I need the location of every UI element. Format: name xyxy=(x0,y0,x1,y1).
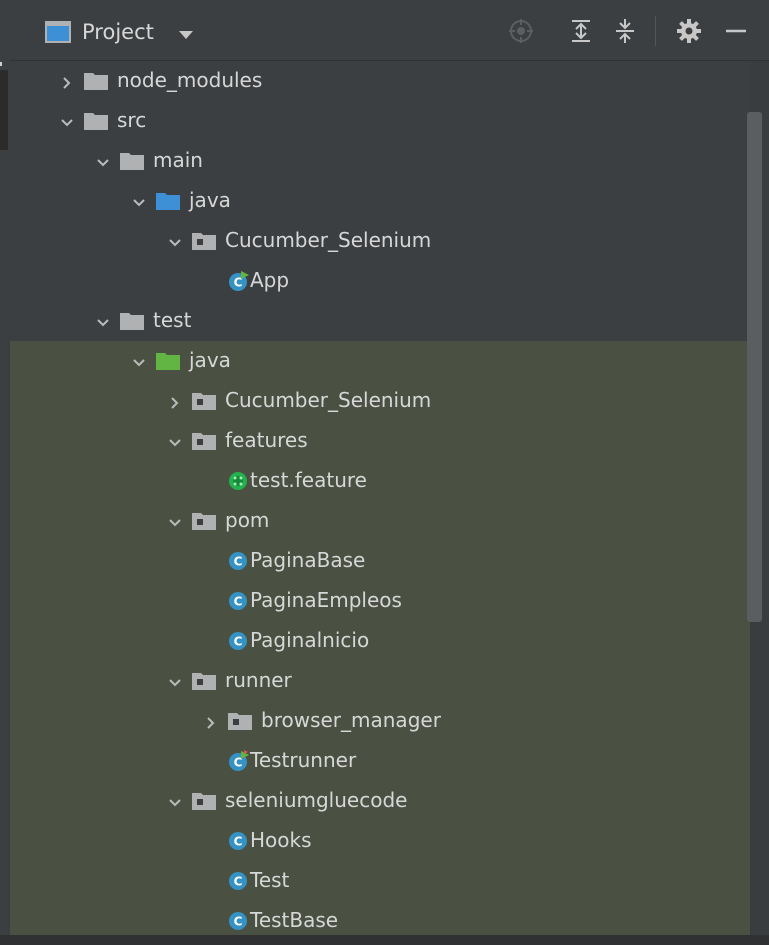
chevron-down-icon[interactable] xyxy=(169,674,181,687)
svg-text:C: C xyxy=(234,875,243,889)
tree-row[interactable]: Cucumber_Selenium xyxy=(10,221,750,261)
scrollbar-thumb[interactable] xyxy=(747,112,762,622)
tree-row[interactable]: C Hooks xyxy=(10,821,750,861)
project-toolbar: Project xyxy=(10,0,769,61)
tree-row[interactable]: seleniumgluecode xyxy=(10,781,750,821)
tree-item-label: features xyxy=(225,428,308,452)
class-icon: C xyxy=(226,910,252,932)
svg-text:C: C xyxy=(234,595,243,609)
hide-icon[interactable] xyxy=(722,17,750,45)
class-icon: C xyxy=(226,590,252,612)
chevron-down-icon[interactable] xyxy=(169,514,181,527)
expand-all-icon[interactable] xyxy=(567,17,595,45)
chevron-down-icon[interactable] xyxy=(97,154,109,167)
folder-icon xyxy=(83,110,109,132)
chevron-right-icon[interactable] xyxy=(205,714,217,729)
tree-item-label: pom xyxy=(225,508,270,532)
feature-file-icon xyxy=(226,470,252,492)
chevron-right-icon[interactable] xyxy=(169,394,181,409)
test-class-icon: C xyxy=(226,750,252,772)
caret-down-icon[interactable] xyxy=(179,31,193,39)
source-folder-icon xyxy=(155,190,181,212)
svg-text:C: C xyxy=(234,635,243,649)
chevron-right-icon[interactable] xyxy=(61,74,73,89)
tree-row[interactable]: C PaginaEmpleos xyxy=(10,581,750,621)
tree-item-label: runner xyxy=(225,668,292,692)
tree-row[interactable]: java xyxy=(10,181,750,221)
project-tree: node_modulessrc main java Cucumber_Selenium… xyxy=(10,61,750,941)
project-view-icon xyxy=(45,21,71,43)
class-icon: C xyxy=(226,550,252,572)
package-icon xyxy=(191,790,217,812)
left-gutter-mark xyxy=(0,62,2,66)
folder-icon xyxy=(119,310,145,332)
folder-icon xyxy=(119,150,145,172)
folder-icon xyxy=(83,70,109,92)
tree-row[interactable]: node_modules xyxy=(10,61,750,101)
tree-row[interactable]: browser_manager xyxy=(10,701,750,741)
tree-row[interactable]: C App xyxy=(10,261,750,301)
test-source-folder-icon xyxy=(155,350,181,372)
tree-item-label: TestBase xyxy=(250,908,339,932)
class-icon: C xyxy=(226,630,252,652)
chevron-down-icon[interactable] xyxy=(61,114,73,127)
class-icon: C xyxy=(226,870,252,892)
tree-item-label: seleniumgluecode xyxy=(225,788,408,812)
chevron-down-icon[interactable] xyxy=(169,794,181,807)
tree-item-label: Test xyxy=(250,868,290,892)
tree-row[interactable]: C Test xyxy=(10,861,750,901)
tree-row[interactable]: C Testrunner xyxy=(10,741,750,781)
tree-item-label: browser_manager xyxy=(261,708,441,732)
tree-item-label: java xyxy=(189,188,231,212)
tree-item-label: src xyxy=(117,108,147,132)
locate-icon[interactable] xyxy=(507,17,535,45)
package-icon xyxy=(191,430,217,452)
tree-row[interactable]: features xyxy=(10,421,750,461)
chevron-down-icon[interactable] xyxy=(133,194,145,207)
tree-item-label: Hooks xyxy=(250,828,312,852)
tree-item-label: Cucumber_Selenium xyxy=(225,228,432,252)
collapse-all-icon[interactable] xyxy=(611,17,639,45)
tree-item-label: PaginaEmpleos xyxy=(250,588,402,612)
tree-item-label: PaginaBase xyxy=(250,548,366,572)
tree-item-label: Cucumber_Selenium xyxy=(225,388,432,412)
class-icon: C xyxy=(226,830,252,852)
left-tool-strip xyxy=(0,70,8,150)
svg-text:C: C xyxy=(234,835,243,849)
tree-item-label: node_modules xyxy=(117,68,263,92)
tree-row[interactable]: C PaginaBase xyxy=(10,541,750,581)
tree-item-label: java xyxy=(189,348,231,372)
package-icon xyxy=(191,670,217,692)
tree-row[interactable]: test xyxy=(10,301,750,341)
runnable-class-icon: C xyxy=(226,270,252,292)
package-icon xyxy=(227,710,253,732)
chevron-down-icon[interactable] xyxy=(169,234,181,247)
bottom-edge xyxy=(0,935,769,945)
tree-item-label: test.feature xyxy=(250,468,367,492)
tree-row[interactable]: main xyxy=(10,141,750,181)
package-icon xyxy=(191,510,217,532)
tree-row[interactable]: runner xyxy=(10,661,750,701)
tree-item-label: Testrunner xyxy=(250,748,357,772)
tree-row[interactable]: java xyxy=(10,341,750,381)
tree-row[interactable]: test.feature xyxy=(10,461,750,501)
chevron-down-icon[interactable] xyxy=(97,314,109,327)
toolbar-separator xyxy=(655,16,656,46)
tree-item-label: main xyxy=(153,148,203,172)
svg-text:C: C xyxy=(234,915,243,929)
package-icon xyxy=(191,230,217,252)
tree-row[interactable]: src xyxy=(10,101,750,141)
tree-item-label: App xyxy=(250,268,290,292)
project-view-title[interactable]: Project xyxy=(82,20,154,44)
tree-row[interactable]: pom xyxy=(10,501,750,541)
tree-item-label: Paginalnicio xyxy=(250,628,370,652)
chevron-down-icon[interactable] xyxy=(133,354,145,367)
gear-icon[interactable] xyxy=(675,17,703,45)
tree-row[interactable]: C Paginalnicio xyxy=(10,621,750,661)
svg-text:C: C xyxy=(234,555,243,569)
tree-row[interactable]: Cucumber_Selenium xyxy=(10,381,750,421)
tree-item-label: test xyxy=(153,308,192,332)
chevron-down-icon[interactable] xyxy=(169,434,181,447)
package-icon xyxy=(191,390,217,412)
